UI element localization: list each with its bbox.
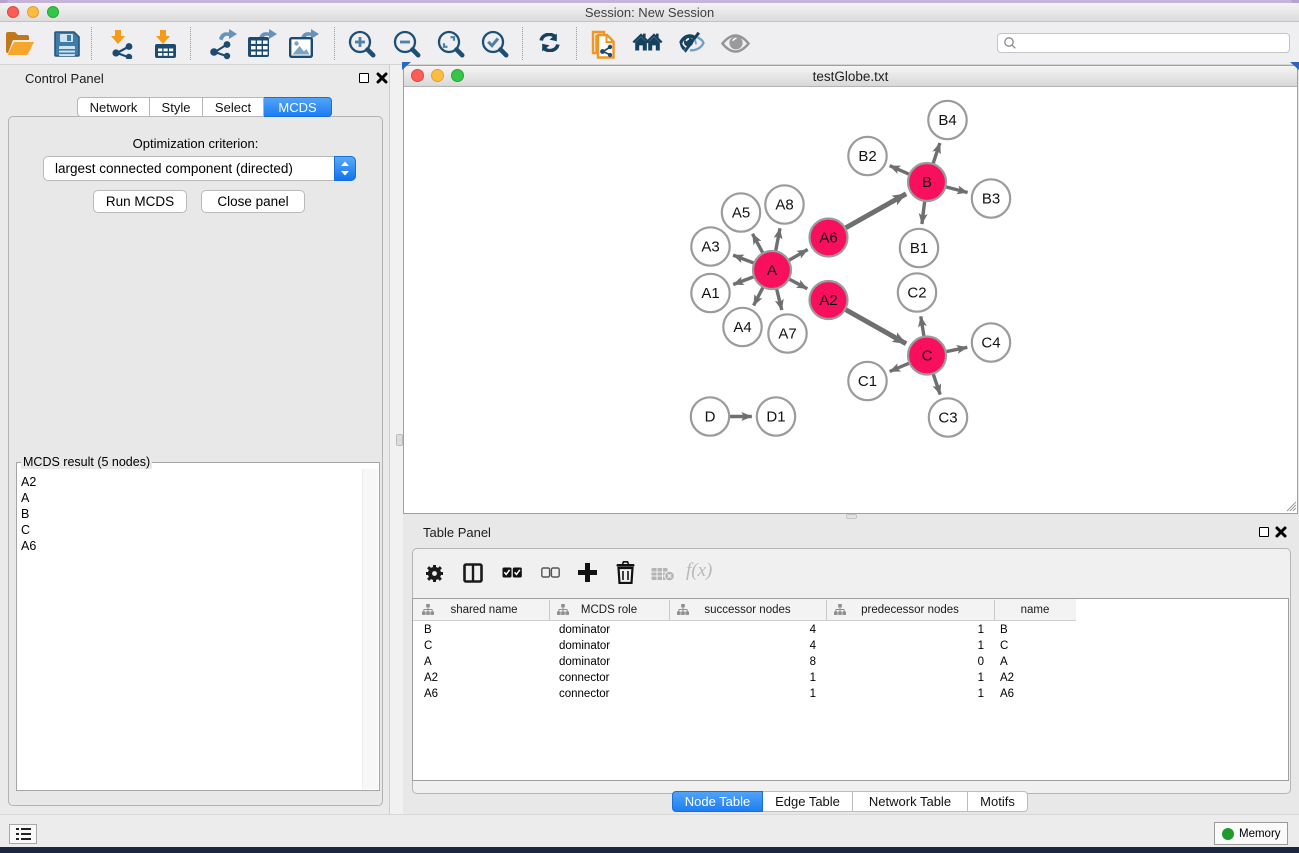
svg-text:B: B xyxy=(922,174,932,191)
svg-text:C1: C1 xyxy=(858,373,877,390)
svg-text:B1: B1 xyxy=(910,240,928,257)
svg-text:B3: B3 xyxy=(982,191,1000,208)
svg-text:A2: A2 xyxy=(819,292,837,309)
svg-text:C4: C4 xyxy=(981,335,1000,352)
svg-text:A1: A1 xyxy=(701,285,719,302)
svg-text:D1: D1 xyxy=(766,409,785,426)
svg-text:A: A xyxy=(767,262,777,279)
svg-text:B2: B2 xyxy=(858,148,876,165)
svg-text:A7: A7 xyxy=(778,326,796,343)
svg-text:A5: A5 xyxy=(732,205,750,222)
svg-text:C2: C2 xyxy=(907,285,926,302)
svg-text:C3: C3 xyxy=(938,410,957,427)
svg-text:B4: B4 xyxy=(938,112,956,129)
svg-text:A8: A8 xyxy=(775,197,793,214)
svg-text:A6: A6 xyxy=(819,230,837,247)
svg-text:A4: A4 xyxy=(733,319,751,336)
svg-text:D: D xyxy=(705,409,716,426)
svg-text:C: C xyxy=(922,348,933,365)
svg-text:A3: A3 xyxy=(701,239,719,256)
